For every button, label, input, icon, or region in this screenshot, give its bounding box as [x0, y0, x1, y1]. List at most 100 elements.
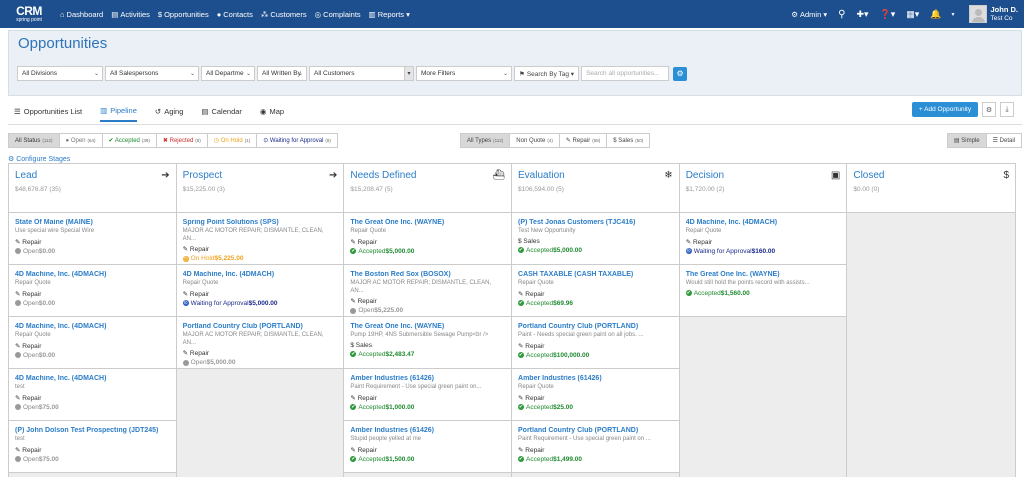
- opportunity-title[interactable]: (P) Test Jonas Customers (TJC416): [518, 219, 673, 226]
- opportunity-card[interactable]: CASH TAXABLE (CASH TAXABLE) Repair Quote ✎…: [512, 265, 679, 317]
- opportunity-title[interactable]: 4D Machine, Inc. (4DMACH): [15, 271, 170, 278]
- divisions-select[interactable]: All Divisions ⌄: [17, 66, 103, 81]
- opportunity-card[interactable]: The Great One Inc. (WAYNE) Would still ho…: [679, 265, 847, 317]
- opportunity-status: ✔ Accepted $100,000.00: [518, 352, 673, 359]
- app-logo[interactable]: CRM spring point: [6, 0, 52, 28]
- opportunity-title[interactable]: The Great One Inc. (WAYNE): [350, 219, 505, 226]
- opportunity-card[interactable]: Amber Industries (61426) Stupid people ye…: [344, 421, 512, 473]
- tab-calendar[interactable]: ▤ Calendar: [201, 107, 242, 121]
- opportunity-title[interactable]: Portland Country Club (PORTLAND): [518, 427, 673, 434]
- bell-icon[interactable]: 🔔: [930, 9, 941, 20]
- opportunity-card[interactable]: 4D Machine, Inc. (4DMACH) Repair Quote ✎ R…: [9, 265, 176, 317]
- admin-menu[interactable]: ⚙ Admin ▾: [791, 10, 827, 19]
- opportunity-card[interactable]: 4D Machine, Inc. (4DMACH) Repair Quote ✎ R…: [176, 265, 344, 317]
- type-filter-1[interactable]: Non Quote (4): [510, 134, 560, 147]
- configure-stages-link[interactable]: ⚙ Configure Stages: [8, 155, 70, 163]
- search-input[interactable]: Search all opportunities...: [581, 66, 670, 81]
- search-by-tag-button[interactable]: ⚑ Search By Tag ▾: [514, 66, 580, 81]
- opportunity-value: $2,483.47: [385, 350, 415, 358]
- opportunity-card[interactable]: 4D Machine, Inc. (4DMACH) Repair Quote ✎ R…: [9, 317, 176, 369]
- opportunity-card[interactable]: Portland Country Club (PORTLAND) Paint - …: [512, 317, 679, 369]
- opportunity-title[interactable]: (P) John Dolson Test Prospecting (JDT245…: [15, 427, 170, 434]
- customers-dropdown-button[interactable]: ▾: [404, 66, 414, 81]
- nav-item-reports[interactable]: ▥ Reports ▾: [369, 10, 410, 19]
- opportunity-title[interactable]: Amber Industries (61426): [350, 427, 505, 434]
- filter-settings-button[interactable]: ⚙: [673, 66, 688, 81]
- stage-name[interactable]: Lead: [15, 170, 170, 181]
- download-button[interactable]: ⤓: [1000, 102, 1014, 117]
- status-filter-1[interactable]: ● Open (64): [59, 134, 103, 147]
- opportunity-title[interactable]: The Boston Red Sox (BOSOX): [350, 271, 505, 278]
- detail-view-button[interactable]: ☰ Detail: [986, 134, 1021, 147]
- user-info[interactable]: John D. Test Co: [991, 5, 1019, 23]
- tab-map[interactable]: ◉ Map: [260, 107, 284, 121]
- nav-item-activities[interactable]: ▤ Activities: [111, 10, 150, 19]
- opportunity-card[interactable]: The Boston Red Sox (BOSOX) MAJOR AC MOTOR…: [344, 265, 512, 317]
- opportunity-card[interactable]: 4D Machine, Inc. (4DMACH) test ✎ Repair Ope…: [9, 369, 176, 421]
- type-filter-2[interactable]: ✎ Repair (58): [559, 134, 608, 147]
- nav-item-complaints[interactable]: ◎ Complaints: [315, 10, 361, 19]
- nav-item-dashboard[interactable]: ⌂ Dashboard: [60, 10, 103, 19]
- more-filters-select[interactable]: More Filters ⌄: [416, 66, 512, 81]
- opportunity-title[interactable]: Amber Industries (61426): [518, 375, 673, 382]
- type-filter-0[interactable]: All Types (112): [460, 134, 511, 147]
- opportunity-title[interactable]: Portland Country Club (PORTLAND): [183, 323, 338, 330]
- status-filter-2[interactable]: ✔ Accepted (39): [102, 134, 157, 147]
- add-opportunity-button[interactable]: + Add Opportunity: [912, 102, 978, 117]
- search-icon[interactable]: ⚲: [838, 9, 845, 20]
- settings-button[interactable]: ⚙: [982, 102, 996, 117]
- opportunity-status: ✔ Accepted $5,000.00: [350, 248, 505, 255]
- stage-name[interactable]: Closed: [853, 170, 1009, 181]
- opportunity-title[interactable]: The Great One Inc. (WAYNE): [686, 271, 841, 278]
- tab-pipeline[interactable]: ▥ Pipeline: [100, 106, 137, 122]
- opportunity-card[interactable]: The Great One Inc. (WAYNE) Pump 19HP, 4NS…: [344, 317, 512, 369]
- opportunity-title[interactable]: 4D Machine, Inc. (4DMACH): [686, 219, 841, 226]
- opportunity-title[interactable]: 4D Machine, Inc. (4DMACH): [15, 375, 170, 382]
- stage-name[interactable]: Decision: [686, 170, 841, 181]
- plus-menu-icon[interactable]: ✚▾: [856, 9, 868, 20]
- nav-item-opportunities[interactable]: $ Opportunities: [158, 10, 209, 19]
- status-filter-count: (8): [195, 138, 201, 143]
- opportunity-title[interactable]: Amber Industries (61426): [350, 375, 505, 382]
- opportunity-title[interactable]: 4D Machine, Inc. (4DMACH): [183, 271, 338, 278]
- opportunity-card[interactable]: 4D Machine, Inc. (4DMACH) Repair Quote ✎ R…: [679, 213, 847, 265]
- tab-aging[interactable]: ↺ Aging: [155, 107, 183, 121]
- opportunity-card[interactable]: State Of Maine (MAINE) Use special wire S…: [9, 213, 176, 265]
- opportunity-title[interactable]: 4D Machine, Inc. (4DMACH): [15, 323, 170, 330]
- tab-opportunities-list[interactable]: ☰ Opportunities List: [14, 107, 82, 121]
- opportunity-card[interactable]: (P) John Dolson Test Prospecting (JDT245…: [9, 421, 176, 473]
- opportunity-title[interactable]: The Great One Inc. (WAYNE): [350, 323, 505, 330]
- status-filter-5[interactable]: ⊙ Waiting for Approval (8): [257, 134, 337, 147]
- calendar-menu-icon[interactable]: ▦▾: [906, 9, 919, 20]
- departments-select[interactable]: All Departme ⌄: [201, 66, 255, 81]
- status-filter-0[interactable]: All Status (112): [9, 134, 60, 147]
- help-menu-icon[interactable]: ❓▾: [880, 9, 896, 20]
- written-by-select[interactable]: All Written By ⌄: [257, 66, 307, 81]
- simple-view-button[interactable]: ▤ Simple: [947, 134, 987, 147]
- user-dropdown-icon[interactable]: ▾: [951, 11, 954, 18]
- opportunity-card[interactable]: Amber Industries (61426) Paint Requiremen…: [344, 369, 512, 421]
- status-filter-3[interactable]: ✖ Rejected (8): [156, 134, 208, 147]
- nav-item-customers[interactable]: ⁂ Customers: [261, 10, 307, 19]
- stage-name[interactable]: Needs Defined: [350, 170, 505, 181]
- opportunity-title[interactable]: CASH TAXABLE (CASH TAXABLE): [518, 271, 673, 278]
- type-filter-3[interactable]: $ Sales (50): [607, 134, 650, 147]
- opportunity-card[interactable]: Portland Country Club (PORTLAND) Paint Re…: [512, 421, 679, 473]
- stage-name[interactable]: Prospect: [183, 170, 338, 181]
- customers-select[interactable]: All Customers: [309, 66, 405, 81]
- opportunity-card[interactable]: Amber Industries (61426) Repair Quote ✎ Re…: [512, 369, 679, 421]
- nav-item-contacts[interactable]: ● Contacts: [217, 10, 253, 19]
- stage-amount: $0.00 (0): [853, 186, 880, 193]
- avatar[interactable]: [968, 5, 987, 23]
- opportunity-card[interactable]: Portland Country Club (PORTLAND) MAJOR AC…: [176, 317, 344, 369]
- opportunity-value: $75.00: [38, 455, 59, 463]
- opportunity-title[interactable]: Portland Country Club (PORTLAND): [518, 323, 673, 330]
- opportunity-card[interactable]: The Great One Inc. (WAYNE) Repair Quote ✎ …: [344, 213, 512, 265]
- stage-name[interactable]: Evaluation: [518, 170, 673, 181]
- opportunity-title[interactable]: Spring Point Solutions (SPS): [183, 219, 338, 226]
- status-filter-4[interactable]: ◷ On Hold (1): [207, 134, 258, 147]
- salespersons-select[interactable]: All Salespersons ⌄: [105, 66, 199, 81]
- opportunity-card[interactable]: (P) Test Jonas Customers (TJC416) Test Ne…: [512, 213, 679, 265]
- opportunity-card[interactable]: Spring Point Solutions (SPS) MAJOR AC MOT…: [176, 213, 344, 265]
- opportunity-title[interactable]: State Of Maine (MAINE): [15, 219, 170, 226]
